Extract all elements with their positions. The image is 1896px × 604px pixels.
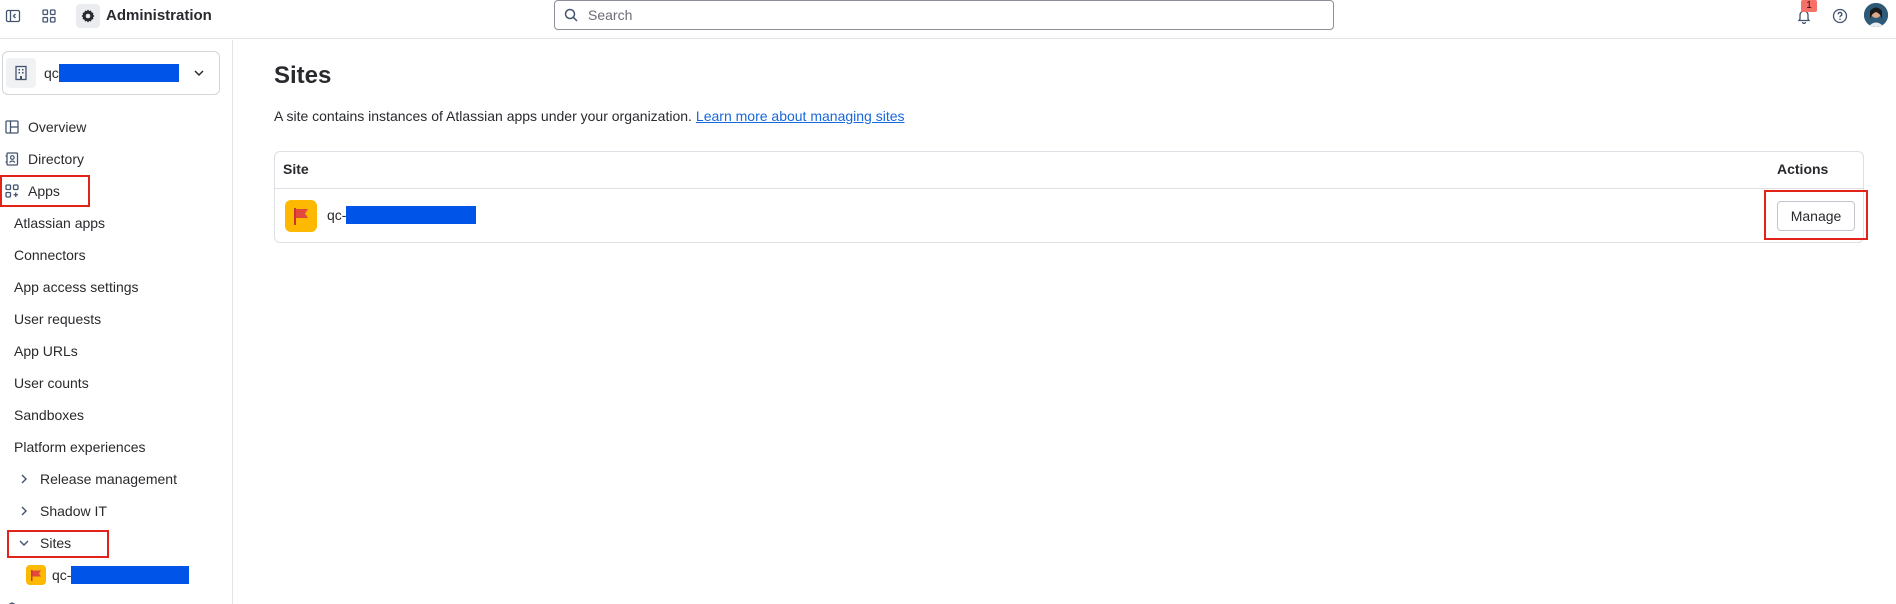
user-avatar[interactable] — [1864, 3, 1888, 27]
building-icon — [6, 58, 36, 88]
table-header-row: Site Actions — [275, 152, 1863, 189]
description-text: A site contains instances of Atlassian a… — [274, 108, 692, 124]
sidebar-item-site-qc[interactable]: qc- — [26, 562, 190, 588]
top-navigation-bar: Administration 1 — [0, 0, 1896, 39]
search-input[interactable] — [588, 7, 1288, 23]
search-box[interactable] — [554, 0, 1334, 30]
sidebar-item-label: Shadow IT — [40, 503, 107, 519]
chevron-right-icon — [16, 505, 32, 517]
org-name: qc — [44, 64, 179, 82]
sidebar-item-app-urls[interactable]: App URLs — [14, 338, 78, 364]
highlight-box-manage — [1764, 190, 1868, 240]
sidebar-item-directory[interactable]: Directory — [0, 146, 84, 172]
sidebar-item-label: Release management — [40, 471, 177, 487]
toggle-sidebar-icon[interactable] — [2, 5, 24, 27]
page-description: A site contains instances of Atlassian a… — [274, 108, 905, 124]
sidebar-item-sandboxes[interactable]: Sandboxes — [14, 402, 84, 428]
sites-table: Site Actions qc- Manage — [274, 151, 1864, 243]
site-flag-icon — [285, 200, 317, 232]
app-switcher-icon[interactable] — [38, 5, 60, 27]
org-switcher[interactable]: qc — [2, 51, 220, 95]
sidebar-item-platform-experiences[interactable]: Platform experiences — [14, 434, 146, 460]
search-icon — [564, 7, 580, 23]
sidebar-item-label: Platform experiences — [14, 439, 146, 455]
learn-more-link[interactable]: Learn more about managing sites — [696, 108, 905, 124]
page-title: Sites — [274, 62, 332, 89]
sidebar-item-label: Overview — [28, 119, 87, 135]
redacted-block — [346, 206, 477, 224]
sidebar-item-shadow-it[interactable]: Shadow IT — [16, 498, 107, 524]
sidebar-item-partial[interactable] — [0, 596, 28, 604]
sidebar-item-label: Connectors — [14, 247, 86, 263]
site-flag-icon — [26, 565, 46, 585]
site-name-label: qc- — [327, 207, 347, 223]
sidebar-item-label: User requests — [14, 311, 102, 327]
help-icon[interactable] — [1829, 5, 1851, 27]
highlight-box-sites — [7, 530, 109, 558]
sidebar-item-release-management[interactable]: Release management — [16, 466, 177, 492]
highlight-box-apps — [0, 175, 90, 207]
sidebar-item-label: App access settings — [14, 279, 139, 295]
column-header-actions: Actions — [1777, 161, 1829, 177]
sidebar-item-overview[interactable]: Overview — [0, 114, 86, 140]
app-title[interactable]: Administration — [106, 6, 212, 26]
sidebar-item-atlassian-apps[interactable]: Atlassian apps — [14, 210, 105, 236]
table-row: qc- Manage — [275, 190, 1863, 242]
sidebar-item-connectors[interactable]: Connectors — [14, 242, 86, 268]
sidebar-item-label: User counts — [14, 375, 89, 391]
sidebar-item-label: qc- — [52, 567, 72, 583]
directory-icon — [2, 152, 22, 166]
sidebar-item-app-access-settings[interactable]: App access settings — [14, 274, 139, 300]
chevron-down-icon — [191, 65, 207, 81]
overview-icon — [2, 120, 22, 134]
org-name-label: qc — [44, 65, 59, 81]
sidebar-item-label: App URLs — [14, 343, 78, 359]
redacted-block — [58, 64, 179, 82]
main-content: Sites A site contains instances of Atlas… — [234, 40, 1896, 604]
sidebar: qc Overview Directory Apps Atlassian app… — [0, 40, 233, 604]
sidebar-item-user-counts[interactable]: User counts — [14, 370, 89, 396]
admin-gear-icon[interactable] — [76, 4, 100, 28]
column-header-site: Site — [283, 161, 309, 177]
sidebar-item-label: Directory — [28, 151, 85, 167]
sidebar-item-user-requests[interactable]: User requests — [14, 306, 101, 332]
sidebar-item-label: Atlassian apps — [14, 215, 106, 231]
notification-count-badge: 1 — [1801, 0, 1817, 12]
sidebar-item-label: Sandboxes — [14, 407, 85, 423]
redacted-block — [71, 566, 190, 584]
site-name[interactable]: qc- — [327, 206, 477, 224]
chevron-right-icon — [16, 473, 32, 485]
